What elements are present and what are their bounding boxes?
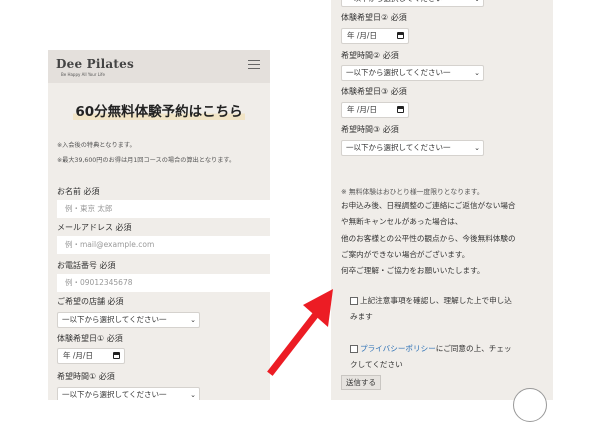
red-arrow-annotation [267,289,333,376]
